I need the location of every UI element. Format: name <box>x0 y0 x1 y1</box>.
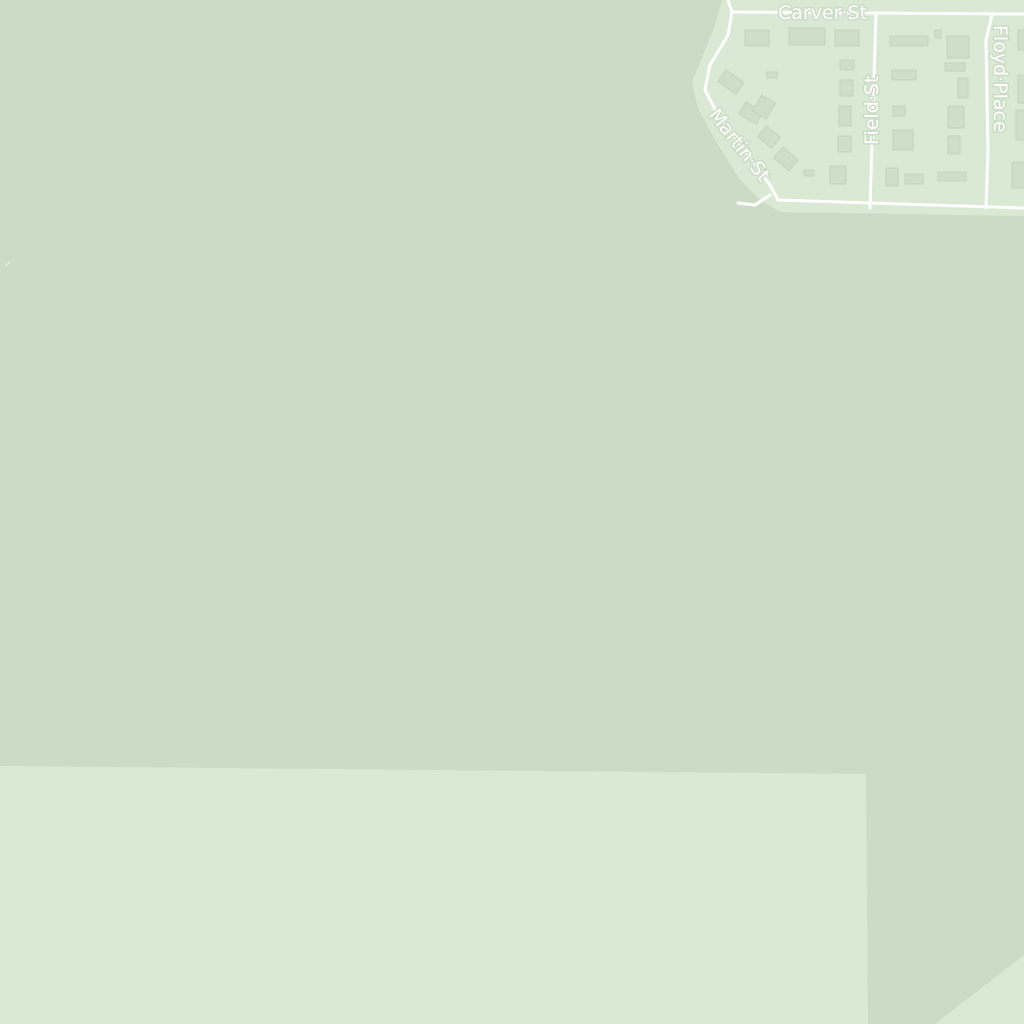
building <box>937 171 967 182</box>
building <box>834 29 860 47</box>
building <box>947 135 961 155</box>
street-label-field: Field·St <box>861 76 883 145</box>
map-canvas[interactable]: Carver·St Field·St Floyd·Place Martin·St <box>0 0 1024 1024</box>
building <box>957 77 969 99</box>
street-label-floyd: Floyd·Place <box>989 25 1011 133</box>
building <box>838 105 852 127</box>
building <box>837 135 852 153</box>
street-label-carver: Carver·St <box>778 2 867 24</box>
building <box>839 79 854 97</box>
building <box>829 165 847 185</box>
building <box>891 69 917 81</box>
building <box>1017 29 1024 51</box>
building <box>839 59 855 71</box>
building <box>904 173 924 185</box>
building <box>803 169 815 177</box>
building <box>892 129 914 151</box>
residential-area-south <box>0 766 868 1024</box>
building <box>946 35 970 59</box>
building <box>766 71 778 79</box>
building <box>892 105 906 117</box>
building <box>1017 74 1024 104</box>
building <box>934 29 942 39</box>
building <box>889 35 929 47</box>
building <box>947 105 965 129</box>
building <box>944 62 966 72</box>
building <box>885 167 899 187</box>
building <box>1015 109 1024 141</box>
building <box>744 29 770 47</box>
building <box>1011 161 1024 189</box>
building <box>788 27 826 46</box>
